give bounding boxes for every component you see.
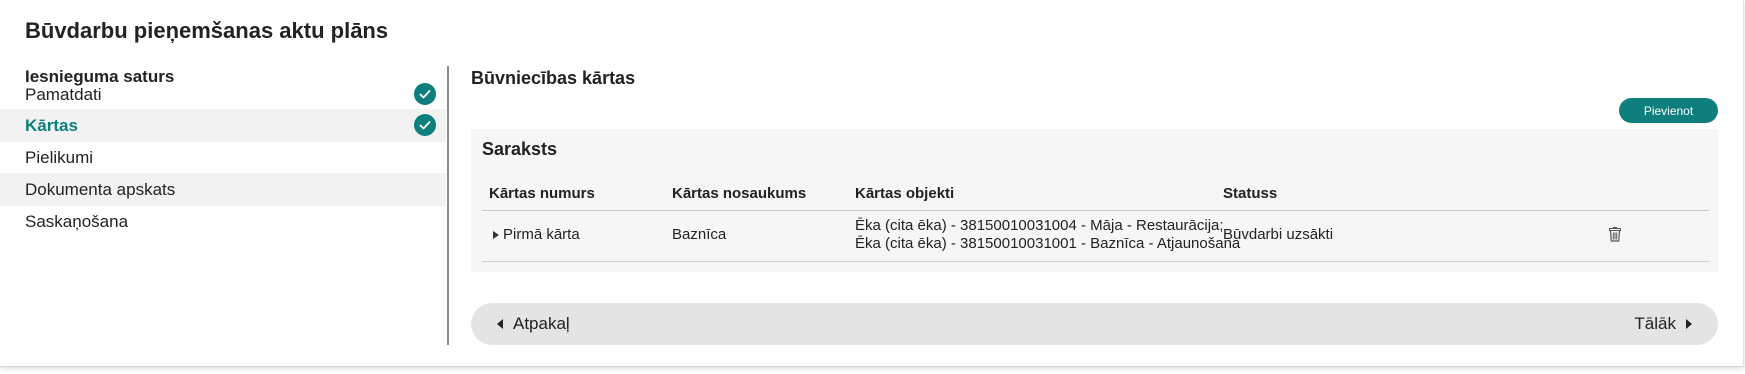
sidebar-item-dokumenta-apskats[interactable]: Dokumenta apskats — [0, 173, 446, 206]
cell-number[interactable]: Pirmā kārta — [503, 226, 580, 243]
check-circle-icon — [414, 114, 436, 136]
next-button[interactable]: Tālāk — [1634, 303, 1692, 345]
sidebar-item-saskanosana[interactable]: Saskaņošana — [0, 205, 446, 238]
page-title: Būvdarbu pieņemšanas aktu plāns — [25, 18, 389, 43]
row-divider — [482, 261, 1709, 262]
cell-status: Būvdarbi uzsākti — [1223, 226, 1334, 243]
sidebar-item-pamatdati[interactable]: Pamatdati — [0, 78, 446, 111]
caret-right-icon — [1686, 318, 1692, 329]
column-header-objects: Kārtas objekti — [855, 185, 955, 202]
caret-right-icon[interactable] — [493, 231, 499, 239]
sidebar-item-pielikumi[interactable]: Pielikumi — [0, 141, 446, 174]
sidebar-item-label: Saskaņošana — [25, 212, 129, 231]
column-header-number: Kārtas numurs — [489, 185, 595, 202]
column-header-status: Statuss — [1223, 185, 1278, 202]
navigation-bar: Atpakaļ Tālāk — [471, 303, 1718, 345]
trash-icon[interactable] — [1609, 227, 1621, 247]
check-circle-icon — [414, 83, 436, 105]
sidebar-item-label: Kārtas — [25, 116, 78, 135]
list-panel: Saraksts Kārtas numurs Kārtas nosaukums … — [471, 129, 1718, 272]
sidebar-item-kartas[interactable]: Kārtas — [0, 109, 446, 142]
sidebar-item-label: Pamatdati — [25, 85, 102, 104]
cell-name: Baznīca — [672, 226, 727, 243]
header-divider — [482, 210, 1709, 211]
caret-left-icon — [497, 318, 503, 329]
sidebar-item-label: Dokumenta apskats — [25, 180, 176, 199]
cell-object-1: Ēka (cita ēka) - 38150010031004 - Māja -… — [855, 217, 1224, 234]
section-title: Būvniecības kārtas — [471, 68, 636, 88]
list-title: Saraksts — [482, 139, 558, 159]
next-button-label: Tālāk — [1634, 314, 1676, 333]
sidebar-item-label: Pielikumi — [25, 148, 94, 167]
back-button[interactable]: Atpakaļ — [497, 303, 570, 345]
page-card: Būvdarbu pieņemšanas aktu plāns Iesniegu… — [0, 0, 1744, 367]
back-button-label: Atpakaļ — [513, 314, 570, 333]
cell-object-2: Ēka (cita ēka) - 38150010031001 - Baznīc… — [855, 235, 1241, 252]
vertical-divider — [447, 66, 449, 345]
add-button[interactable]: Pievienot — [1619, 98, 1718, 123]
column-header-name: Kārtas nosaukums — [672, 185, 807, 202]
